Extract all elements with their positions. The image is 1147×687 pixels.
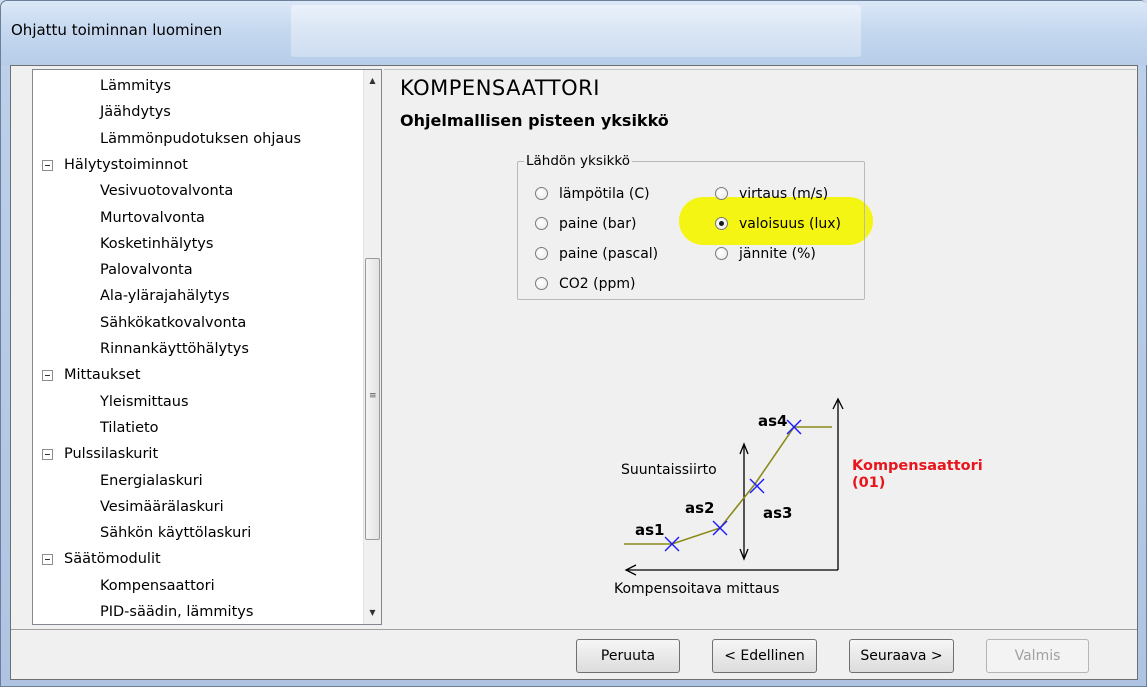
tree-item[interactable]: Lämmitys	[100, 73, 171, 99]
tree-item[interactable]: Palovalvonta	[100, 257, 193, 283]
title-bar: Ohjattu toiminnan luominen	[1, 1, 1147, 65]
tree-item[interactable]: Sähkökatkovalvonta	[100, 310, 246, 336]
radio-dot-icon	[715, 187, 728, 200]
tree-item[interactable]: Tilatieto	[100, 415, 159, 441]
tree-item-label: PID-säädin, lämmitys	[100, 604, 254, 620]
tree-item-label: Lämmitys	[100, 78, 172, 94]
tree-item[interactable]: Kompensaattori	[100, 573, 215, 599]
unit-groupbox-label: Lähdön yksikkö	[524, 153, 633, 169]
collapse-icon[interactable]	[42, 159, 53, 171]
radio-dot-icon	[535, 187, 548, 200]
offset-label: Suuntaissiirto	[621, 462, 717, 478]
next-button[interactable]: Seuraava >	[849, 639, 954, 673]
scroll-down-arrow-icon[interactable]: ▼	[364, 604, 381, 622]
back-button[interactable]: < Edellinen	[712, 639, 817, 673]
tree-item-label: Energialaskuri	[100, 472, 203, 489]
settings-panel: KOMPENSAATTORI Ohjelmallisen pisteen yks…	[384, 69, 1136, 625]
scroll-up-arrow-icon[interactable]: ▲	[364, 72, 381, 90]
output-label: Kompensaattori (01)	[852, 458, 983, 492]
tree-scrollbar[interactable]: ▲ ≡ ▼	[363, 70, 381, 624]
page-title: KOMPENSAATTORI	[400, 76, 600, 100]
collapse-icon[interactable]	[42, 370, 53, 382]
tree-item[interactable]: Vesivuotovalvonta	[100, 178, 233, 204]
tree-item-label: Pulssilaskurit	[64, 446, 159, 463]
tree-item-label: Lämmönpudotuksen ohjaus	[100, 130, 302, 147]
radio-label: virtaus (m/s)	[739, 186, 829, 202]
cancel-button[interactable]: Peruuta	[576, 639, 680, 673]
background-window-ghost	[291, 5, 861, 57]
point-label-as2: as2	[685, 499, 715, 517]
scroll-thumb[interactable]: ≡	[365, 258, 380, 540]
tree-item[interactable]: Yleismittaus	[100, 389, 189, 415]
tree-group-item[interactable]: Hälytystoiminnot	[42, 152, 188, 178]
tree-item-label: Yleismittaus	[100, 393, 189, 410]
radio-label: valoisuus (lux)	[739, 216, 841, 232]
radio-label: paine (pascal)	[559, 246, 659, 262]
tree-item[interactable]: Vesimäärälaskuri	[100, 494, 224, 520]
tree-item[interactable]: Ala-ylärajahälytys	[100, 283, 230, 309]
client-area: Lämmitys Jäähdytys Lämmönpudotuksen ohjaus…	[10, 65, 1138, 680]
tree-item[interactable]: PID-säädin, lämmitys	[100, 599, 254, 624]
tree-item[interactable]: Rinnankäyttöhälytys	[100, 336, 249, 362]
tree-item-label: Ala-ylärajahälytys	[100, 288, 230, 305]
tree-group-item[interactable]: Mittaukset	[42, 362, 141, 388]
tree-item[interactable]: Lämmönpudotuksen ohjaus	[100, 126, 301, 152]
radio-dot-icon	[715, 247, 728, 260]
unit-groupbox: Lähdön yksikkö lämpötila (C) paine (bar)…	[517, 153, 865, 300]
tree-item[interactable]: Energialaskuri	[100, 468, 203, 494]
x-axis-label: Kompensoitava mittaus	[614, 581, 780, 597]
radio-dot-checked-icon	[715, 217, 728, 230]
tree-item-label: Kosketinhälytys	[100, 235, 214, 252]
tree-item[interactable]: Kosketinhälytys	[100, 231, 213, 257]
collapse-icon[interactable]	[42, 554, 53, 566]
tree-item-label: Vesivuotovalvonta	[100, 183, 234, 200]
bottom-separator	[11, 629, 1137, 630]
output-label-name: Kompensaattori	[852, 458, 983, 474]
tree-item[interactable]: Murtovalvonta	[100, 205, 205, 231]
tree-group-item[interactable]: Säätömodulit	[42, 546, 161, 572]
tree-item-label: Mittaukset	[64, 367, 141, 384]
tree-group-item[interactable]: Pulssilaskurit	[42, 441, 159, 467]
tree-item-label: Vesimäärälaskuri	[100, 498, 224, 515]
function-tree[interactable]: Lämmitys Jäähdytys Lämmönpudotuksen ohjaus…	[32, 69, 382, 625]
radio-label: paine (bar)	[559, 216, 637, 232]
tree-item[interactable]: Sähkön käyttölaskuri	[100, 520, 251, 546]
tree-item-label: Hälytystoiminnot	[64, 156, 188, 173]
radio-dot-icon	[535, 217, 548, 230]
tree-item[interactable]: Jäähdytys	[100, 99, 171, 125]
tree-item-label: Sähkökatkovalvonta	[100, 314, 247, 331]
window-title: Ohjattu toiminnan luominen	[11, 21, 223, 39]
tree-item-label: Murtovalvonta	[100, 209, 205, 226]
tree-item-label: Palovalvonta	[100, 262, 193, 279]
radio-dot-icon	[535, 277, 548, 290]
tree-item-label: Tilatieto	[100, 419, 159, 436]
page-subtitle: Ohjelmallisen pisteen yksikkö	[400, 111, 669, 130]
point-label-as1: as1	[635, 521, 665, 539]
tree-item-label: Kompensaattori	[100, 577, 215, 594]
curve-markers	[664, 419, 802, 552]
radio-label: CO2 (ppm)	[559, 276, 636, 292]
wizard-window: Ohjattu toiminnan luominen Lämmitys Jäähd…	[0, 0, 1147, 687]
finish-button[interactable]: Valmis	[986, 639, 1089, 673]
compensator-diagram: Suuntaissiirto as1 as2 as3 as4 Kompensaa…	[604, 392, 983, 612]
tree-item-label: Jäähdytys	[100, 104, 171, 121]
collapse-icon[interactable]	[42, 449, 53, 461]
radio-label: lämpötila (C)	[559, 186, 650, 202]
tree-item-label: Säätömodulit	[64, 551, 161, 568]
radio-dot-icon	[535, 247, 548, 260]
tree-item-label: Sähkön käyttölaskuri	[100, 525, 252, 542]
point-label-as3: as3	[763, 504, 793, 522]
point-label-as4: as4	[758, 412, 788, 430]
radio-label: jännite (%)	[739, 246, 816, 262]
grip-icon: ≡	[369, 391, 377, 401]
output-label-id: (01)	[852, 475, 886, 491]
tree-item-label: Rinnankäyttöhälytys	[100, 341, 249, 357]
